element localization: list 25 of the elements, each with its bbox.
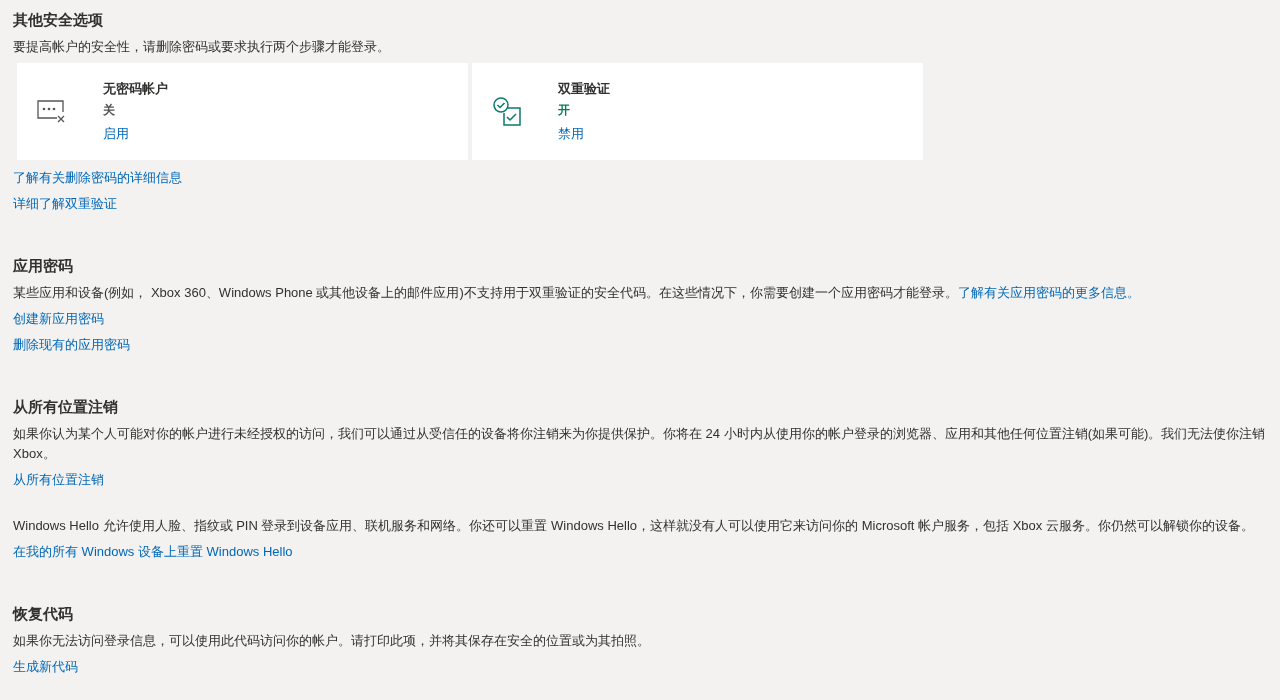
link[interactable]: 从所有位置注销 [13,470,104,490]
card-title: 双重验证 [558,80,610,98]
status-text: 关 [103,102,116,119]
section-heading: 其他安全选项 [13,10,104,30]
description-text: 要提高帐户的安全性，请删除密码或要求执行两个步骤才能登录。 [13,38,391,56]
link[interactable]: 在我的所有 Windows 设备上重置 Windows Hello [13,542,293,562]
learn-more-link[interactable]: 了解有关应用密码的更多信息。 [957,285,1140,300]
section-heading: 从所有位置注销 [13,397,119,417]
description-text: 如果你无法访问登录信息，可以使用此代码访问你的帐户。请打印此项，并将其保存在安全的位置或为其拍照。 [13,632,651,650]
action-link[interactable]: 禁用 [558,125,610,143]
link[interactable]: 了解有关删除密码的详细信息 [13,168,182,188]
link[interactable]: 创建新应用密码 [13,309,104,329]
link[interactable]: 删除现有的应用密码 [13,335,130,355]
section-heading: 应用密码 [13,256,74,276]
status-text: 开 [558,102,571,119]
description-text: 某些应用和设备(例如， Xbox 360、Windows Phone 或其他设备上的邮件应用)不支持用于双重验证的安全代码。在这些情况下，你需要创建一个应用密码才能登录。了解有关应用密码的更多信息。 [13,284,1141,302]
password-field-cross-icon [37,99,65,124]
link[interactable]: 生成新代码 [13,657,78,677]
action-link[interactable]: 启用 [103,125,168,143]
link[interactable]: 详细了解双重验证 [13,194,117,214]
section-heading: 恢复代码 [13,604,74,624]
description-text: 如果你认为某个人可能对你的帐户进行未经授权的访问，我们可以通过从受信任的设备将你注销来为你提供保护。你将在 24 小时内从使用你的帐户登录的浏览器、应用和其他任何位置注销(如果可能)。我们无法使你注销 Xbox。 [13,425,1267,463]
description-text: Windows Hello 允许使用人脸、指纹或 PIN 登录到设备应用、联机服务和网络。你还可以重置 Windows Hello，这样就没有人可以使用它来访问你的 Microsoft 帐户服务，包括 Xbox 云服务。你仍然可以解锁你的设备。 [13,517,1255,535]
card-title: 无密码帐户 [103,80,168,98]
double-check-icon [492,96,522,127]
